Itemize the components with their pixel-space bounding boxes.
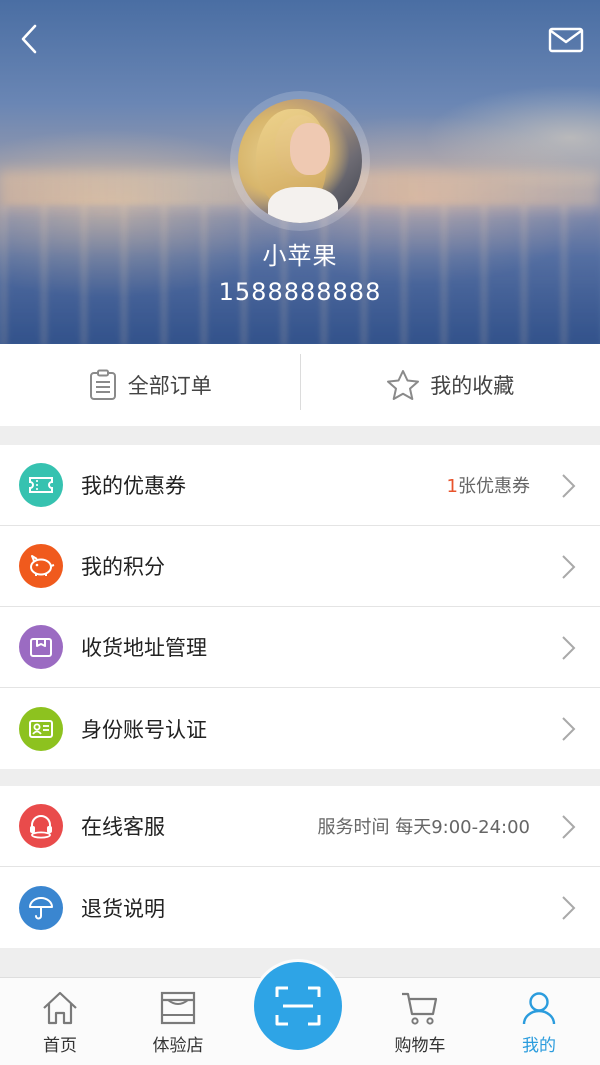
store-icon [160,991,196,1025]
chevron-left-icon [21,24,37,54]
chevron-right-icon [562,474,576,498]
back-button[interactable] [14,22,44,56]
menu-item-identity[interactable]: 身份账号认证 [0,688,600,769]
tab-mine[interactable]: 我的 [479,978,599,1065]
cart-icon [402,992,438,1025]
tab-label: 首页 [43,1036,77,1056]
scan-button[interactable] [254,962,342,1050]
menu-item-label: 收货地址管理 [81,636,207,660]
menu-item-return-policy[interactable]: 退货说明 [0,867,600,948]
chevron-right-icon [562,815,576,839]
service-hours: 服务时间 每天9:00-24:00 [317,817,530,838]
id-card-icon [19,706,63,751]
home-icon [43,991,77,1025]
favorites-button[interactable]: 我的收藏 [301,344,600,426]
scan-icon [275,986,321,1026]
ticket-icon [19,463,63,507]
tab-cart[interactable]: 购物车 [360,978,480,1065]
tab-store[interactable]: 体验店 [118,978,238,1065]
coupon-count: 1张优惠券 [446,476,530,497]
avatar-ring[interactable] [230,91,370,231]
package-icon [19,625,63,669]
avatar [238,99,362,223]
piggy-bank-icon [19,544,63,588]
tab-label: 我的 [522,1036,556,1056]
menu-item-label: 我的优惠券 [81,474,186,498]
menu-group-service: 在线客服 服务时间 每天9:00-24:00 退货说明 [0,786,600,948]
chevron-right-icon [562,717,576,741]
umbrella-icon [19,885,63,930]
profile-header: 小苹果 1588888888 [0,0,600,344]
tab-label: 购物车 [394,1036,446,1056]
phone-number: 1588888888 [218,278,382,306]
menu-group-account: 我的优惠券 1张优惠券 我的积分 收货地址管理 身份账号认证 [0,445,600,769]
menu-item-label: 退货说明 [81,896,165,921]
user-icon [522,992,556,1025]
tab-home[interactable]: 首页 [0,978,120,1065]
chevron-right-icon [562,636,576,660]
all-orders-button[interactable]: 全部订单 [0,344,300,426]
username: 小苹果 [262,242,338,270]
quick-actions: 全部订单 我的收藏 [0,344,600,426]
chevron-right-icon [562,555,576,579]
menu-item-points[interactable]: 我的积分 [0,526,600,607]
all-orders-label: 全部订单 [127,374,212,398]
menu-item-label: 在线客服 [81,815,165,839]
favorites-label: 我的收藏 [430,374,515,398]
tab-label: 体验店 [152,1036,204,1056]
clipboard-icon [89,369,116,400]
message-button[interactable] [548,26,584,54]
menu-item-label: 我的积分 [81,555,165,579]
menu-item-label: 身份账号认证 [81,717,207,742]
menu-item-coupons[interactable]: 我的优惠券 1张优惠券 [0,445,600,526]
headset-icon [19,804,63,848]
menu-item-customer-service[interactable]: 在线客服 服务时间 每天9:00-24:00 [0,786,600,867]
menu-item-address[interactable]: 收货地址管理 [0,607,600,688]
envelope-icon [548,27,584,53]
star-icon [387,370,420,400]
chevron-right-icon [562,896,576,920]
